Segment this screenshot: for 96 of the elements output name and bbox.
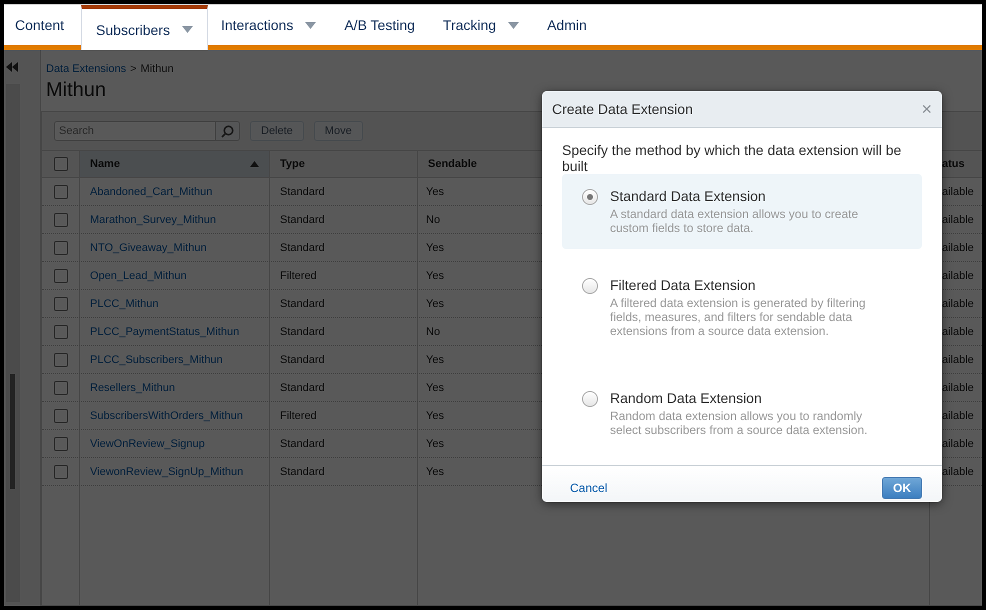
row-checkbox[interactable] <box>54 380 68 394</box>
page-title: Mithun <box>46 79 108 102</box>
table-cell: Yes <box>426 382 444 394</box>
table-cell: Standard <box>280 298 325 310</box>
table-cell: ailable <box>942 270 974 282</box>
option-description: A standard data extension allows you to create custom fields to store data. <box>610 207 860 235</box>
option-card[interactable]: Random Data Extension Random data extension allows you to randomly select subscribers from a source data extension. <box>562 376 922 451</box>
table-cell: Standard <box>280 438 325 450</box>
row-checkbox[interactable] <box>54 240 68 254</box>
data-extension-link[interactable]: ViewOnReview_Signup <box>90 438 205 450</box>
toolbar-button[interactable]: Move <box>314 121 363 141</box>
table-cell: ailable <box>942 298 974 310</box>
row-checkbox[interactable] <box>54 464 68 478</box>
table-cell: Filtered <box>280 270 317 282</box>
caret-icon <box>182 26 193 33</box>
radio-button[interactable] <box>582 278 598 294</box>
breadcrumb-link[interactable]: Data Extensions <box>46 63 126 75</box>
row-checkbox[interactable] <box>54 324 68 338</box>
nav-tab[interactable]: Admin <box>536 5 602 45</box>
column-header[interactable]: Name <box>80 151 270 177</box>
option-description: A filtered data extension is generated by filtering fields, measures, and filters for sendable data extensions from a source data extension. <box>610 296 866 338</box>
table-cell: Yes <box>426 354 444 366</box>
table-cell: Standard <box>280 186 325 198</box>
table-cell: Filtered <box>280 410 317 422</box>
data-extension-link[interactable]: SubscribersWithOrders_Mithun <box>90 410 243 422</box>
table-cell: Yes <box>426 466 444 478</box>
table-cell: ailable <box>942 326 974 338</box>
table-cell: Standard <box>280 354 325 366</box>
data-extension-link[interactable]: PLCC_PaymentStatus_Mithun <box>90 326 240 338</box>
column-header[interactable]: Type <box>270 151 418 177</box>
nav-tab[interactable]: Interactions <box>210 5 332 45</box>
breadcrumb-current: Mithun <box>140 63 174 75</box>
data-extension-link[interactable]: PLCC_Subscribers_Mithun <box>90 354 223 366</box>
radio-button[interactable] <box>582 189 598 205</box>
table-cell: No <box>426 326 440 338</box>
table-cell: Standard <box>280 242 325 254</box>
option-title: Random Data Extension <box>610 390 763 406</box>
row-checkbox[interactable] <box>54 436 68 450</box>
option-title: Standard Data Extension <box>610 188 767 204</box>
data-extension-link[interactable]: NTO_Giveaway_Mithun <box>90 242 207 254</box>
table-cell: Yes <box>426 242 444 254</box>
table-cell: No <box>426 214 440 226</box>
table-cell: ailable <box>942 354 974 366</box>
nav-tab[interactable]: Tracking <box>432 5 534 45</box>
option-title: Filtered Data Extension <box>610 277 757 293</box>
table-cell: Yes <box>426 298 444 310</box>
nav-tab[interactable]: Content <box>4 5 80 45</box>
dialog-title: Create Data Extension <box>552 101 693 117</box>
row-checkbox[interactable] <box>54 296 68 310</box>
nav-tab[interactable]: A/B Testing <box>333 5 430 45</box>
scrollbar[interactable] <box>6 84 20 602</box>
table-cell: Yes <box>426 270 444 282</box>
toolbar-button[interactable]: Delete <box>250 121 304 141</box>
table-cell: ailable <box>942 438 974 450</box>
data-extension-link[interactable]: PLCC_Mithun <box>90 298 158 310</box>
option-description: Random data extension allows you to randomly select subscribers from a source data extension. <box>610 409 868 437</box>
table-cell: ailable <box>942 382 974 394</box>
caret-icon <box>305 22 316 28</box>
table-cell: ailable <box>942 466 974 478</box>
table-cell: Yes <box>426 186 444 198</box>
table-cell: ailable <box>942 214 974 226</box>
nav-tab[interactable]: Subscribers <box>81 5 208 50</box>
row-checkbox[interactable] <box>54 268 68 282</box>
double-arrow-icon[interactable] <box>6 62 18 72</box>
caret-icon <box>508 22 520 28</box>
table-cell: ailable <box>942 242 974 254</box>
data-extension-link[interactable]: Open_Lead_Mithun <box>90 270 187 282</box>
table-cell: ailable <box>942 186 974 198</box>
ok-button[interactable]: OK <box>882 477 922 499</box>
row-checkbox[interactable] <box>54 184 68 198</box>
row-checkbox[interactable] <box>54 212 68 226</box>
search-button[interactable] <box>216 121 240 141</box>
table-cell: ailable <box>942 410 974 422</box>
breadcrumb-separator: > <box>130 63 137 75</box>
search-icon <box>221 124 234 138</box>
data-extension-link[interactable]: Marathon_Survey_Mithun <box>90 214 216 226</box>
table-cell: Standard <box>280 326 325 338</box>
cancel-link[interactable]: Cancel <box>570 481 608 495</box>
data-extension-link[interactable]: Abandoned_Cart_Mithun <box>90 186 212 198</box>
data-extension-link[interactable]: ViewonReview_SignUp_Mithun <box>90 466 244 478</box>
table-cell: Standard <box>280 382 325 394</box>
scrollbar-thumb[interactable] <box>10 374 15 489</box>
table-cell: Standard <box>280 466 325 478</box>
close-button[interactable]: × <box>921 100 932 118</box>
sort-arrow-icon <box>250 161 259 167</box>
table-cell: Standard <box>280 214 325 226</box>
radio-button[interactable] <box>582 391 598 407</box>
row-checkbox[interactable] <box>54 408 68 422</box>
table-cell: Yes <box>426 410 444 422</box>
select-all-checkbox[interactable] <box>54 157 68 171</box>
row-checkbox[interactable] <box>54 352 68 366</box>
table-cell: Yes <box>426 438 444 450</box>
option-card[interactable]: Standard Data Extension A standard data extension allows you to create custom fields to store data. <box>562 174 922 249</box>
dialog-prompt: Specify the method by which the data extension will be built <box>562 142 902 174</box>
option-card[interactable]: Filtered Data Extension A filtered data extension is generated by filtering fields, measures, and filters for sendable data extensions from a source data extension. <box>562 263 922 352</box>
data-extension-link[interactable]: Resellers_Mithun <box>90 382 175 394</box>
